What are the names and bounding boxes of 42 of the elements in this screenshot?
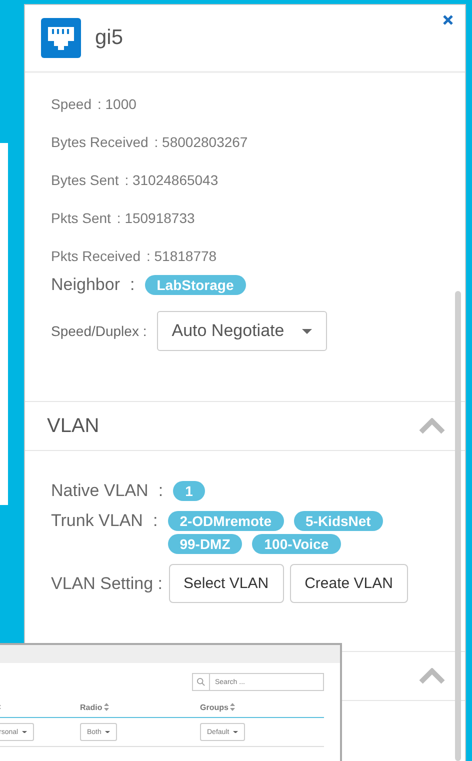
- stat-label: Pkts Received: [51, 248, 140, 264]
- vlan-tag: 5-KidsNet: [294, 511, 383, 531]
- vlan-setting-label: VLAN Setting :: [51, 574, 163, 594]
- native-vlan-label: Native VLAN: [51, 481, 148, 501]
- stat-value: : 31024865043: [124, 172, 218, 188]
- section-header[interactable]: VLAN: [25, 401, 465, 451]
- chevron-up-icon[interactable]: [419, 668, 445, 684]
- stat-label: Speed: [51, 96, 92, 112]
- column-header[interactable]: Radio: [80, 702, 200, 712]
- stat-value: : 150918733: [116, 210, 195, 226]
- sort-icon: [104, 703, 110, 711]
- caret-icon: [233, 730, 238, 734]
- stat-value: : 51818778: [146, 248, 217, 264]
- vlan-button[interactable]: Select VLAN: [168, 564, 284, 603]
- trunk-vlan-label: Trunk VLAN: [51, 511, 143, 531]
- caret-icon: [302, 328, 312, 334]
- chevron-up-icon[interactable]: [419, 418, 445, 434]
- neighbor-label: Neighbor: [51, 275, 120, 295]
- stat-label: Bytes Sent: [51, 172, 119, 188]
- stat-label: Pkts Sent: [51, 210, 111, 226]
- colon: :: [152, 511, 158, 531]
- close-icon[interactable]: [443, 15, 453, 25]
- sort-icon: [230, 703, 236, 711]
- neighbor-tag: LabStorage: [144, 275, 246, 295]
- colon: :: [130, 275, 135, 295]
- vlan-tag: 1: [173, 481, 205, 501]
- search-icon: [192, 673, 210, 691]
- vlan-tag: 99-DMZ: [168, 534, 242, 554]
- caret-icon: [105, 730, 110, 734]
- ethernet-port-icon: [41, 18, 81, 58]
- caret-icon: [22, 730, 28, 734]
- colon: :: [158, 481, 164, 501]
- speed-duplex-label: Speed/Duplex :: [51, 323, 147, 339]
- speed-duplex-dropdown[interactable]: Auto Negotiate: [156, 311, 327, 351]
- vlan-tag: 100-Voice: [252, 534, 341, 554]
- stat-value: : 58002803267: [154, 134, 248, 150]
- port-title: gi5: [95, 26, 124, 50]
- stat-value: : 1000: [97, 96, 136, 112]
- column-header[interactable]: Groups: [200, 702, 320, 712]
- stat-label: Bytes Received: [51, 134, 148, 150]
- vlan-tag: 2-ODMremote: [168, 511, 284, 531]
- vlan-button[interactable]: Create VLAN: [290, 564, 408, 603]
